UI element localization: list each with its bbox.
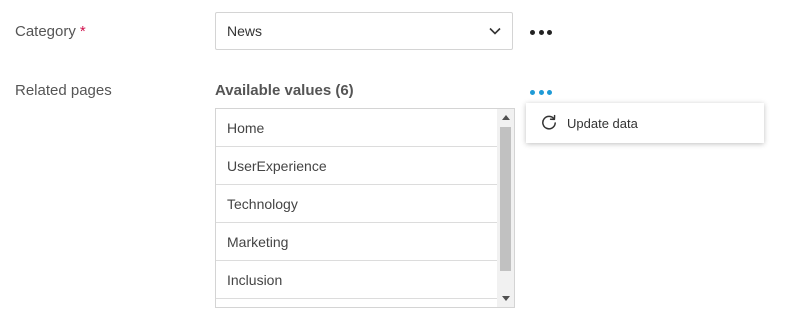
available-values-title: Available values (6) (215, 82, 354, 99)
list-item[interactable]: Home (216, 109, 498, 147)
scroll-thumb[interactable] (500, 127, 511, 271)
list-item[interactable]: Technology (216, 185, 498, 223)
list-scrollbar[interactable] (497, 109, 514, 307)
list-item[interactable]: UserExperience (216, 147, 498, 185)
update-data-menu-item[interactable]: Update data (526, 103, 764, 143)
category-select[interactable]: News (215, 12, 513, 50)
list-item[interactable]: Marketing (216, 223, 498, 261)
related-pages-label: Related pages (15, 82, 112, 99)
list-item[interactable]: Inclusion (216, 261, 498, 299)
list-item[interactable] (216, 299, 498, 307)
refresh-icon (542, 114, 556, 130)
category-more-options-icon[interactable] (530, 27, 552, 37)
available-values-list[interactable]: Home UserExperience Technology Marketing… (215, 108, 515, 308)
update-data-label: Update data (567, 115, 638, 131)
scroll-down-arrow-icon[interactable] (497, 290, 514, 307)
required-asterisk: * (79, 23, 86, 40)
category-label-text: Category (15, 23, 76, 40)
scroll-up-arrow-icon[interactable] (497, 109, 514, 126)
chevron-down-icon (489, 27, 501, 35)
related-pages-more-options-icon[interactable] (530, 87, 552, 97)
category-selected-value: News (227, 23, 263, 39)
category-label: Category * (15, 23, 86, 40)
